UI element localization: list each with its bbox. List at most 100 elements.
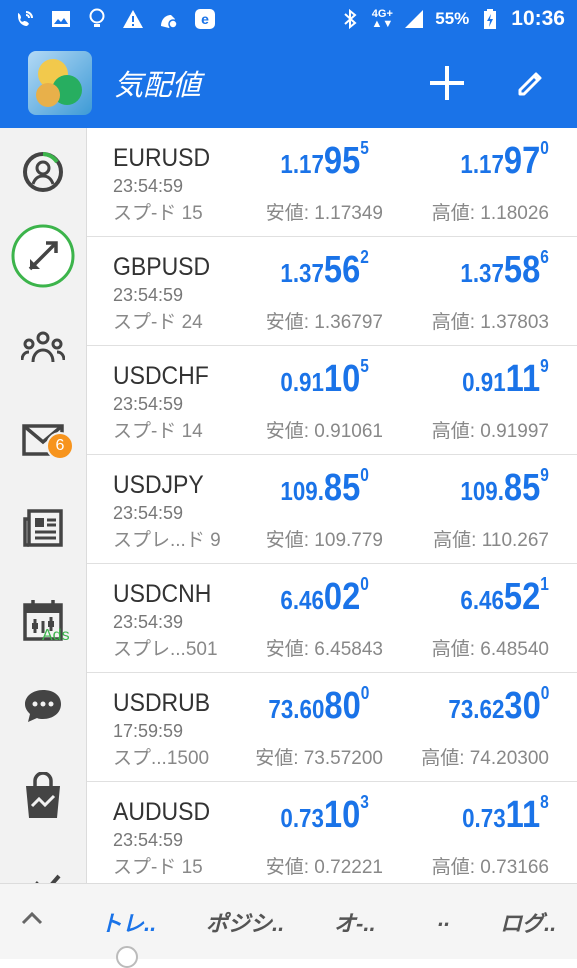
nav-calendar[interactable]: Ads xyxy=(0,590,86,650)
bottom-tab-bar: トレ.. ポジシ.. オ-.. .. ログ.. xyxy=(0,883,577,959)
mail-badge: 6 xyxy=(46,432,74,460)
bid-price[interactable]: 0.73103 xyxy=(281,792,369,837)
quote-row[interactable]: GBPUSD 23:54:59 スプ-ド 24 1.37562 1.37586 安値: 1… xyxy=(87,237,577,346)
low-price: 安値: 1.36797 xyxy=(265,312,383,333)
status-bar: e 4G+ ▲▼ 55% 10:36 xyxy=(0,0,577,38)
pencil-icon xyxy=(518,72,542,96)
spread-label: スプレ...501 xyxy=(113,639,218,660)
spread-label: スプ-ド 14 xyxy=(113,421,203,442)
ask-price[interactable]: 109.859 xyxy=(461,465,549,510)
nav-community[interactable] xyxy=(0,318,86,378)
symbol-name: GBPUSD xyxy=(113,253,211,281)
ask-price[interactable]: 0.91119 xyxy=(462,356,549,401)
active-tab-indicator xyxy=(116,946,138,968)
plus-icon xyxy=(430,66,464,100)
e-app-icon: e xyxy=(194,8,216,30)
market-icon xyxy=(26,772,60,818)
tab-orders[interactable]: オ-.. xyxy=(334,906,376,938)
clock: 10:36 xyxy=(511,7,565,30)
bid-price[interactable]: 6.46020 xyxy=(281,574,369,619)
spread-label: スプ-ド 15 xyxy=(113,203,203,224)
nav-chat[interactable] xyxy=(0,676,86,736)
gallery-icon xyxy=(50,8,72,30)
bid-price[interactable]: 109.850 xyxy=(281,465,369,510)
symbol-name: USDCNH xyxy=(113,580,212,608)
nav-trade[interactable] xyxy=(0,224,86,288)
bluetooth-icon xyxy=(339,8,361,30)
news-icon xyxy=(23,509,63,547)
edit-button[interactable] xyxy=(511,63,551,103)
network-type: 4G+ ▲▼ xyxy=(371,8,394,30)
nav-account[interactable] xyxy=(0,142,86,202)
nav-chart[interactable] xyxy=(0,856,86,883)
bid-price[interactable]: 73.60800 xyxy=(268,683,369,728)
quote-time: 23:54:59 xyxy=(113,503,184,523)
ask-price[interactable]: 73.62300 xyxy=(448,683,549,728)
ask-price[interactable]: 0.73118 xyxy=(462,792,549,837)
bulb-icon xyxy=(86,8,108,30)
page-title: 気配値 xyxy=(114,70,202,102)
ask-price[interactable]: 6.46521 xyxy=(461,574,549,619)
quotes-list: EURUSD 23:54:59 スプ-ド 15 1.17955 1.17970 安値: 1… xyxy=(87,128,577,883)
tab-positions[interactable]: ポジシ.. xyxy=(206,906,284,938)
low-price: 安値: 0.72221 xyxy=(265,857,383,878)
quote-time: 23:54:59 xyxy=(113,285,184,305)
symbol-name: EURUSD xyxy=(113,144,211,172)
symbol-name: USDJPY xyxy=(113,471,204,499)
chart-icon xyxy=(35,874,61,883)
expand-chevron-icon[interactable] xyxy=(20,910,44,931)
high-price: 高値: 110.267 xyxy=(433,530,549,551)
app-bar: 気配値 xyxy=(0,38,577,128)
symbol-name: AUDUSD xyxy=(113,798,211,826)
app-logo xyxy=(28,51,92,115)
high-price: 高値: 0.91997 xyxy=(431,421,549,442)
high-price: 高値: 1.18026 xyxy=(431,203,549,224)
quote-row[interactable]: EURUSD 23:54:59 スプ-ド 15 1.17955 1.17970 安値: 1… xyxy=(87,128,577,237)
bid-price[interactable]: 0.91105 xyxy=(281,356,369,401)
quote-time: 23:54:39 xyxy=(113,612,184,632)
quote-time: 23:54:59 xyxy=(113,394,184,414)
tab-trade[interactable]: トレ.. xyxy=(100,906,156,938)
high-price: 高値: 74.20300 xyxy=(421,748,549,769)
chat-icon xyxy=(25,690,61,722)
warning-icon xyxy=(122,8,144,30)
battery-charging-icon xyxy=(479,8,501,30)
add-symbol-button[interactable] xyxy=(427,63,467,103)
bid-price[interactable]: 1.17955 xyxy=(281,138,369,183)
app-icon xyxy=(158,8,180,30)
tab-log[interactable]: ログ.. xyxy=(500,906,556,938)
signal-icon xyxy=(403,8,425,30)
high-price: 高値: 0.73166 xyxy=(431,857,549,878)
quote-time: 23:54:59 xyxy=(113,830,184,850)
quote-row[interactable]: USDCNH 23:54:39 スプレ...501 6.46020 6.46521 安値:… xyxy=(87,564,577,673)
low-price: 安値: 0.91061 xyxy=(265,421,383,442)
trade-icon xyxy=(11,224,75,288)
nav-news[interactable] xyxy=(0,498,86,558)
side-navigation: 6 Ads xyxy=(0,128,87,883)
battery-percent: 55% xyxy=(435,9,470,28)
spread-label: スプ-ド 15 xyxy=(113,857,203,878)
low-price: 安値: 1.17349 xyxy=(265,203,383,224)
quote-row[interactable]: AUDUSD 23:54:59 スプ-ド 15 0.73103 0.73118 安値: 0… xyxy=(87,782,577,883)
quote-row[interactable]: USDCHF 23:54:59 スプ-ド 14 0.91105 0.91119 安値: 0… xyxy=(87,346,577,455)
community-icon xyxy=(21,331,65,363)
ask-price[interactable]: 1.17970 xyxy=(461,138,549,183)
account-icon xyxy=(23,152,63,192)
ask-price[interactable]: 1.37586 xyxy=(461,247,549,292)
spread-label: スプ-ド 24 xyxy=(113,312,203,333)
quote-time: 23:54:59 xyxy=(113,176,184,196)
low-price: 安値: 6.45843 xyxy=(265,639,383,660)
low-price: 安値: 109.779 xyxy=(265,530,383,551)
quote-row[interactable]: USDJPY 23:54:59 スプレ...ド 9 109.850 109.859 安値:… xyxy=(87,455,577,564)
tab-more[interactable]: .. xyxy=(438,906,450,932)
quote-row[interactable]: USDRUB 17:59:59 スプ...1500 73.60800 73.62300 安… xyxy=(87,673,577,782)
quote-time: 17:59:59 xyxy=(113,721,184,741)
bid-price[interactable]: 1.37562 xyxy=(281,247,369,292)
wifi-calling-icon xyxy=(14,8,36,30)
nav-market[interactable] xyxy=(0,766,86,826)
symbol-name: USDCHF xyxy=(113,362,209,390)
low-price: 安値: 73.57200 xyxy=(255,748,383,769)
ads-label: Ads xyxy=(42,627,70,644)
high-price: 高値: 1.37803 xyxy=(431,312,549,333)
nav-mail[interactable]: 6 xyxy=(0,410,86,470)
